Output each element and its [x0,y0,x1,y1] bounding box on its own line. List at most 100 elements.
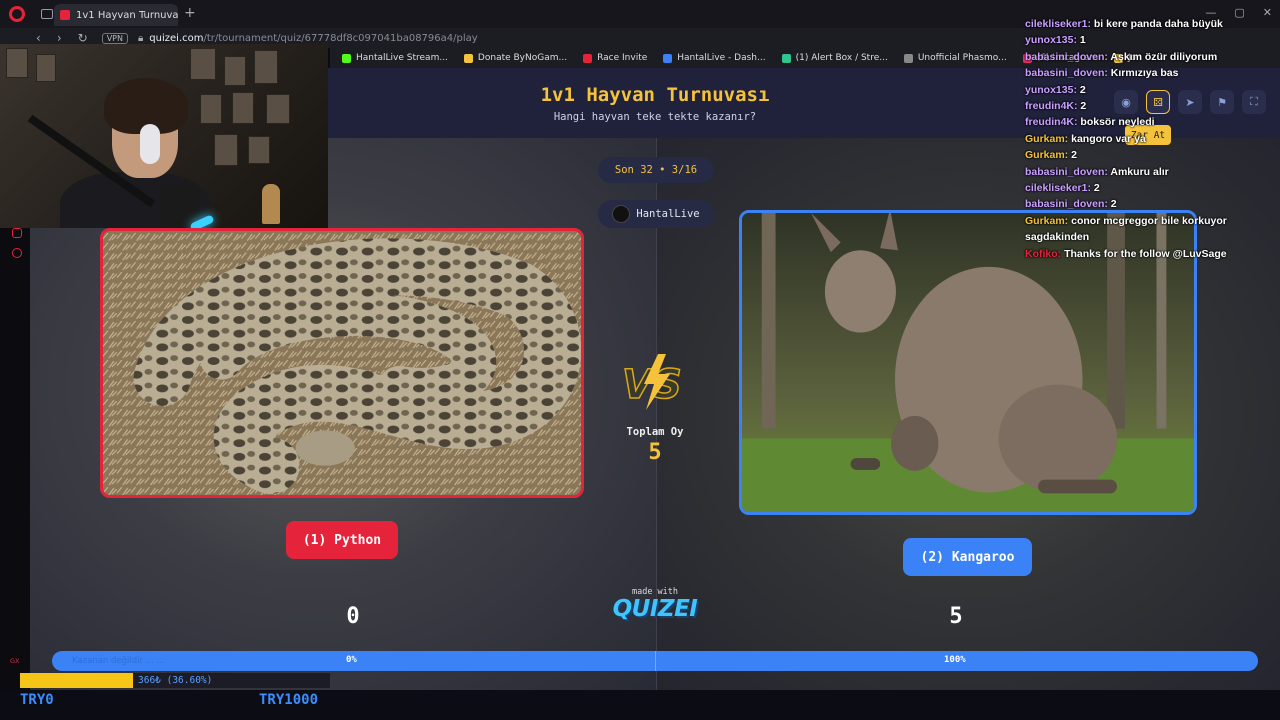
quizei-favicon-icon [60,10,70,20]
vs-lightning-icon: VS [621,354,683,410]
chat-username[interactable]: cilekliseker1: [1025,18,1091,30]
quiz-subtitle: Hangi hayvan teke tekte kazanır? [553,111,757,123]
chat-message: cilekliseker1: bi kere panda daha büyük [1025,16,1275,32]
chat-text: kangoro var ya [1071,132,1146,145]
chat-username[interactable]: babasini_doven: [1025,51,1108,63]
url-path[interactable]: /tr/tournament/quiz/67778df8c097041ba087… [203,33,477,44]
python-vote-count: 0 [346,604,360,629]
chat-username[interactable]: yunox135: [1025,84,1077,96]
chat-message: Gurkam: kangoro var ya [1025,131,1275,147]
chat-text: Kırmızıya bas [1110,67,1179,80]
new-tab-icon[interactable]: + [184,5,196,21]
bookmark-item[interactable]: HantalLive Stream... [342,53,448,63]
url-host[interactable]: quizei.com [149,33,203,44]
chat-text: 2 [1079,83,1086,96]
kangaroo-percent: 100% [944,655,966,665]
chat-text: bi kere panda daha büyük [1093,18,1223,30]
chat-text: Thanks for the follow @LuvSage [1064,247,1227,260]
chat-text: Aşkım özür diliyorum [1110,50,1218,63]
forward-icon[interactable]: › [57,31,62,45]
chat-text: 1 [1079,34,1086,47]
wall-poster [266,94,290,124]
bookmark-label: HantalLive - Dash... [677,53,766,63]
opera-logo-icon[interactable] [9,6,25,22]
chat-message: freudin4K: 2 [1025,98,1275,114]
chat-username[interactable]: freudin4K: [1025,100,1078,112]
chat-message: yunox135: 2 [1025,82,1275,98]
wall-poster [214,134,238,166]
chat-username[interactable]: Gurkam: [1025,149,1068,161]
sidebar-home-icon[interactable] [12,228,22,238]
chat-username[interactable]: Kofiko: [1025,248,1061,260]
chat-message: babasini_doven: Aşkım özür diliyorum [1025,49,1275,65]
bookmark-favicon-icon [463,53,473,63]
vote-python-button[interactable]: (1) Python [286,521,398,559]
chat-username[interactable]: cilekliseker1: [1025,182,1091,194]
bookmark-favicon-icon [781,53,791,63]
chat-message: babasini_doven: Amkuru alır [1025,164,1275,180]
total-votes-label: Toplam Oy [626,426,684,438]
donation-side-label: GX [10,657,20,665]
chat-username[interactable]: babasini_doven: [1025,198,1108,210]
bookmark-favicon-icon [663,53,673,63]
chat-username[interactable]: yunox135: [1025,34,1077,46]
desk-lamp [262,184,280,224]
lock-icon[interactable]: 🔒︎ [138,33,143,44]
chat-text: 2 [1110,198,1117,211]
chat-text: 2 [1080,100,1087,113]
bookmark-item[interactable]: (1) Alert Box / Stre... [781,53,888,63]
round-indicator: Son 32 • 3/16 [598,157,714,183]
sidebar-settings-icon[interactable] [12,248,22,258]
headset-icon [140,124,160,164]
chat-username[interactable]: freudin4K: [1025,116,1078,128]
python-image [103,231,581,495]
chat-text: boksör neyledi [1080,116,1155,129]
back-icon[interactable]: ‹ [36,31,41,45]
creator-name: HantalLive [636,208,700,220]
bookmark-item[interactable]: Race Invite [583,53,647,63]
option-card-left[interactable] [100,228,584,498]
creator-badge[interactable]: HantalLive [598,200,714,228]
bookmark-item[interactable]: HantalLive - Dash... [663,53,766,63]
bookmark-item[interactable]: Donate ByNoGam... [463,53,568,63]
bookmark-favicon-icon [342,53,351,63]
quiz-title: 1v1 Hayvan Turnuvası [540,84,770,106]
vote-kangaroo-button[interactable]: (2) Kangaroo [903,538,1032,576]
wall-poster [248,136,270,164]
quizei-logo[interactable]: QUIZEI [605,596,705,622]
browser-sidebar [8,228,26,258]
chat-message: Kofiko: Thanks for the follow @LuvSage [1025,246,1275,262]
reload-icon[interactable]: ↻ [78,31,88,45]
streamer-webcam [0,44,328,228]
chat-message: yunox135: 1 [1025,32,1275,48]
donation-max-label: TRY1000 [259,692,319,708]
vote-progress-bar: Kazanan değildir ... ... 0% 100% [52,651,1258,671]
bookmark-item[interactable]: Unofficial Phasmo... [903,53,1007,63]
workspaces-icon[interactable] [41,9,53,19]
total-votes-value: 5 [648,440,662,465]
bookmark-label: Unofficial Phasmo... [917,53,1007,63]
chat-message: Gurkam: 2 [1025,147,1275,163]
chat-message: Gurkam: conor mcgreggor bile korkuyor sa… [1025,213,1275,246]
chat-username[interactable]: Gurkam: [1025,215,1068,227]
chat-username[interactable]: babasini_doven: [1025,166,1108,178]
wall-poster [190,48,216,80]
progress-midline [655,651,656,671]
wall-poster [232,92,254,124]
chat-text: Amkuru alır [1110,165,1169,178]
progress-ghost-text: Kazanan değildir ... ... [72,656,165,666]
chat-message: babasini_doven: 2 [1025,196,1275,212]
bookmark-label: HantalLive Stream... [356,53,448,63]
donation-goal-fill [20,673,134,688]
chat-username[interactable]: Gurkam: [1025,133,1068,145]
chat-message: babasini_doven: Kırmızıya bas [1025,65,1275,81]
browser-tab-active[interactable]: 1v1 Hayvan Turnuvası - Tie [54,4,178,26]
vpn-badge[interactable]: VPN [101,32,128,44]
bookmark-label: Donate ByNoGam... [477,53,568,63]
bookmark-favicon-icon [903,53,913,63]
screen-root: 1v1 Hayvan Turnuvası - Tie + — ▢ ✕ ‹ › ↻… [0,0,1280,720]
bookmark-label: Race Invite [597,53,648,63]
chat-username[interactable]: babasini_doven: [1025,67,1108,79]
donation-min-label: TRY0 [20,692,54,708]
chat-text: 2 [1071,149,1077,162]
